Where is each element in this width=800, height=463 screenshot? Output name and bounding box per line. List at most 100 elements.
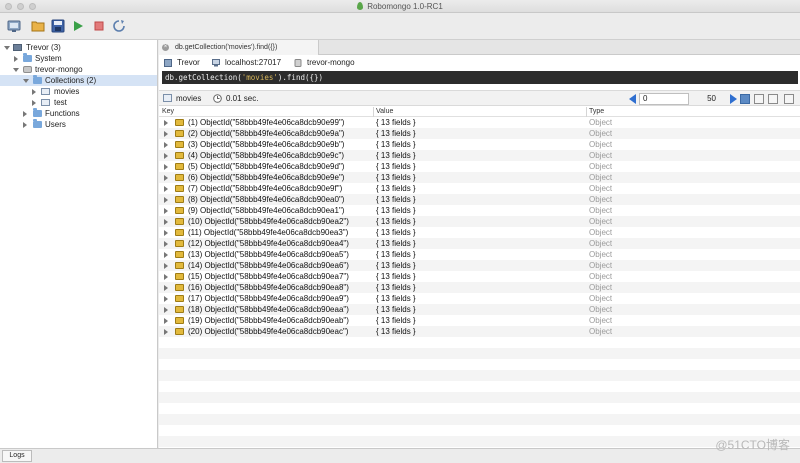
execute-icon[interactable] bbox=[71, 19, 85, 33]
expand-arrow-icon[interactable] bbox=[164, 142, 168, 148]
cell-value: { 13 fields } bbox=[376, 129, 416, 138]
expand-arrow-icon[interactable] bbox=[164, 318, 168, 324]
table-row[interactable]: (18) ObjectId("58bbb49fe4e06ca8dcb90eaa"… bbox=[159, 304, 800, 315]
table-row[interactable]: (13) ObjectId("58bbb49fe4e06ca8dcb90ea5"… bbox=[159, 249, 800, 260]
tree-item-functions[interactable]: Functions bbox=[0, 108, 157, 119]
expand-arrow-icon[interactable] bbox=[14, 56, 18, 62]
tab-query[interactable]: × db.getCollection('movies').find({}) bbox=[159, 40, 319, 55]
tree-item-database[interactable]: trevor-mongo bbox=[0, 64, 157, 75]
cell-type: Object bbox=[589, 162, 613, 171]
expand-arrow-icon[interactable] bbox=[164, 186, 168, 192]
tree-item-system[interactable]: System bbox=[0, 53, 157, 64]
table-row[interactable]: (2) ObjectId("58bbb49fe4e06ca8dcb90e9a")… bbox=[159, 128, 800, 139]
cell-key: (11) ObjectId("58bbb49fe4e06ca8dcb90ea3"… bbox=[188, 228, 349, 237]
cell-type: Object bbox=[589, 250, 613, 259]
table-row[interactable]: (4) ObjectId("58bbb49fe4e06ca8dcb90e9c")… bbox=[159, 150, 800, 161]
mongo-leaf-icon bbox=[357, 2, 364, 10]
expand-arrow-icon[interactable] bbox=[164, 263, 168, 269]
document-icon bbox=[175, 130, 184, 137]
expand-arrow-icon[interactable] bbox=[13, 68, 19, 72]
expand-arrow-icon[interactable] bbox=[164, 175, 168, 181]
table-row[interactable]: (5) ObjectId("58bbb49fe4e06ca8dcb90e9d")… bbox=[159, 161, 800, 172]
connect-icon[interactable] bbox=[7, 19, 21, 33]
server-icon bbox=[13, 44, 22, 51]
expand-arrow-icon[interactable] bbox=[164, 219, 168, 225]
table-view-icon[interactable] bbox=[754, 94, 764, 104]
cell-key: (20) ObjectId("58bbb49fe4e06ca8dcb90eac"… bbox=[188, 327, 349, 336]
window-title: Robomongo 1.0-RC1 bbox=[367, 2, 443, 11]
query-editor[interactable]: db.getCollection('movies').find({}) bbox=[162, 71, 798, 84]
tree-view-icon[interactable] bbox=[740, 94, 750, 104]
expand-arrow-icon[interactable] bbox=[23, 79, 29, 83]
column-separator[interactable] bbox=[373, 107, 374, 117]
next-page-icon[interactable] bbox=[729, 94, 737, 106]
expand-arrow-icon[interactable] bbox=[23, 111, 27, 117]
expand-arrow-icon[interactable] bbox=[23, 122, 27, 128]
expand-arrow-icon[interactable] bbox=[164, 285, 168, 291]
table-row[interactable]: (19) ObjectId("58bbb49fe4e06ca8dcb90eab"… bbox=[159, 315, 800, 326]
results-collection: movies bbox=[176, 94, 202, 103]
expand-arrow-icon[interactable] bbox=[164, 274, 168, 280]
column-separator[interactable] bbox=[586, 107, 587, 117]
document-icon bbox=[175, 119, 184, 126]
refresh-icon[interactable] bbox=[112, 19, 126, 33]
cell-key: (19) ObjectId("58bbb49fe4e06ca8dcb90eab"… bbox=[188, 316, 349, 325]
logs-tab[interactable]: Logs bbox=[2, 450, 32, 462]
expand-arrow-icon[interactable] bbox=[164, 307, 168, 313]
previous-page-icon[interactable] bbox=[629, 94, 637, 106]
expand-arrow-icon[interactable] bbox=[32, 100, 36, 106]
expand-arrow-icon[interactable] bbox=[164, 153, 168, 159]
cell-type: Object bbox=[589, 228, 613, 237]
column-type[interactable]: Type bbox=[589, 107, 604, 117]
folder-icon bbox=[33, 119, 42, 128]
table-row[interactable]: (8) ObjectId("58bbb49fe4e06ca8dcb90ea0")… bbox=[159, 194, 800, 205]
table-row[interactable]: (12) ObjectId("58bbb49fe4e06ca8dcb90ea4"… bbox=[159, 238, 800, 249]
table-row[interactable]: (15) ObjectId("58bbb49fe4e06ca8dcb90ea7"… bbox=[159, 271, 800, 282]
table-row[interactable]: (9) ObjectId("58bbb49fe4e06ca8dcb90ea1")… bbox=[159, 205, 800, 216]
expand-arrow-icon[interactable] bbox=[164, 120, 168, 126]
expand-arrow-icon[interactable] bbox=[164, 197, 168, 203]
expand-arrow-icon[interactable] bbox=[164, 230, 168, 236]
clock-icon bbox=[213, 94, 222, 105]
tree-item-collection-movies[interactable]: movies bbox=[0, 86, 157, 97]
expand-arrow-icon[interactable] bbox=[164, 131, 168, 137]
tree-item-collections[interactable]: Collections (2) bbox=[0, 75, 157, 86]
expand-arrow-icon[interactable] bbox=[164, 252, 168, 258]
table-row[interactable]: (10) ObjectId("58bbb49fe4e06ca8dcb90ea2"… bbox=[159, 216, 800, 227]
cell-key: (14) ObjectId("58bbb49fe4e06ca8dcb90ea6"… bbox=[188, 261, 349, 270]
stop-icon[interactable] bbox=[92, 19, 106, 33]
query-string: 'movies' bbox=[241, 73, 278, 82]
close-tab-icon[interactable]: × bbox=[162, 44, 169, 51]
expand-arrow-icon[interactable] bbox=[164, 329, 168, 335]
expand-arrow-icon[interactable] bbox=[164, 208, 168, 214]
table-row[interactable]: (11) ObjectId("58bbb49fe4e06ca8dcb90ea3"… bbox=[159, 227, 800, 238]
limit-input[interactable]: 50 bbox=[679, 93, 729, 105]
table-row[interactable]: (7) ObjectId("58bbb49fe4e06ca8dcb90e9f")… bbox=[159, 183, 800, 194]
open-icon[interactable] bbox=[31, 19, 45, 33]
table-row[interactable]: (14) ObjectId("58bbb49fe4e06ca8dcb90ea6"… bbox=[159, 260, 800, 271]
results-toolbar: movies 0.01 sec. 0 50 bbox=[159, 90, 800, 106]
tree-item-users[interactable]: Users bbox=[0, 119, 157, 130]
document-icon bbox=[175, 251, 184, 258]
table-row[interactable]: (6) ObjectId("58bbb49fe4e06ca8dcb90e9e")… bbox=[159, 172, 800, 183]
column-key[interactable]: Key bbox=[162, 107, 174, 117]
tree-item-collection-test[interactable]: test bbox=[0, 97, 157, 108]
save-icon[interactable] bbox=[51, 19, 65, 33]
table-row[interactable]: (16) ObjectId("58bbb49fe4e06ca8dcb90ea8"… bbox=[159, 282, 800, 293]
column-value[interactable]: Value bbox=[376, 107, 393, 117]
maximize-results-icon[interactable] bbox=[784, 94, 794, 104]
table-row[interactable]: (1) ObjectId("58bbb49fe4e06ca8dcb90e99")… bbox=[159, 117, 800, 128]
expand-arrow-icon[interactable] bbox=[164, 164, 168, 170]
cell-value: { 13 fields } bbox=[376, 151, 416, 160]
table-row[interactable]: (3) ObjectId("58bbb49fe4e06ca8dcb90e9b")… bbox=[159, 139, 800, 150]
logs-bar: Logs bbox=[0, 448, 800, 463]
expand-arrow-icon[interactable] bbox=[164, 296, 168, 302]
expand-arrow-icon[interactable] bbox=[164, 241, 168, 247]
server-icon bbox=[164, 59, 172, 67]
expand-arrow-icon[interactable] bbox=[4, 46, 10, 50]
table-row[interactable]: (17) ObjectId("58bbb49fe4e06ca8dcb90ea9"… bbox=[159, 293, 800, 304]
tree-item-connection[interactable]: Trevor (3) bbox=[0, 42, 157, 53]
table-row[interactable]: (20) ObjectId("58bbb49fe4e06ca8dcb90eac"… bbox=[159, 326, 800, 337]
text-view-icon[interactable] bbox=[768, 94, 778, 104]
expand-arrow-icon[interactable] bbox=[32, 89, 36, 95]
